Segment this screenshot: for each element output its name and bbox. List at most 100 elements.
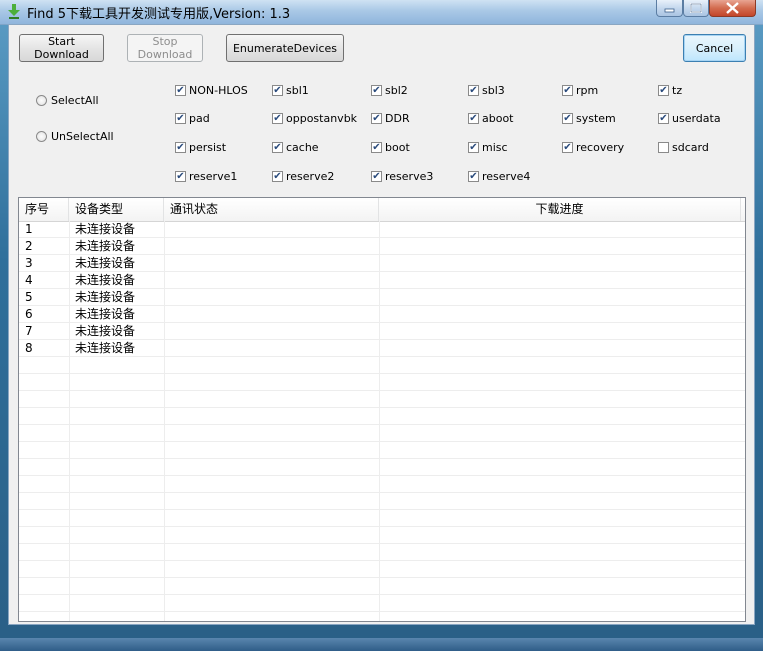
checkmark-icon[interactable]: ✔ bbox=[468, 142, 479, 153]
checkbox-empty-icon[interactable] bbox=[658, 142, 669, 153]
checkbox-misc[interactable]: ✔ misc bbox=[468, 141, 508, 154]
cell-device: 未连接设备 bbox=[75, 239, 136, 253]
cell-status bbox=[164, 340, 170, 357]
table-row[interactable]: 6 未连接设备 bbox=[19, 306, 745, 323]
checkmark-icon[interactable]: ✔ bbox=[562, 142, 573, 153]
checkmark-icon[interactable]: ✔ bbox=[468, 171, 479, 182]
checkmark-icon[interactable]: ✔ bbox=[175, 171, 186, 182]
column-header-progress[interactable]: 下载进度 bbox=[379, 198, 741, 221]
unselect-all-radio[interactable]: UnSelectAll bbox=[36, 130, 114, 143]
cell-device: 未连接设备 bbox=[75, 222, 136, 236]
checkbox-label: boot bbox=[385, 141, 410, 154]
checkmark-icon[interactable]: ✔ bbox=[371, 171, 382, 182]
checkmark-icon[interactable]: ✔ bbox=[175, 85, 186, 96]
checkmark-icon[interactable]: ✔ bbox=[272, 85, 283, 96]
maximize-icon bbox=[690, 3, 702, 13]
table-row[interactable]: 1 未连接设备 bbox=[19, 221, 745, 238]
checkmark-icon[interactable]: ✔ bbox=[272, 113, 283, 124]
download-arrow-icon bbox=[8, 4, 20, 19]
checkmark-icon[interactable]: ✔ bbox=[658, 113, 669, 124]
checkbox-sbl2[interactable]: ✔ sbl2 bbox=[371, 84, 408, 97]
checkmark-icon[interactable]: ✔ bbox=[562, 113, 573, 124]
checkbox-persist[interactable]: ✔ persist bbox=[175, 141, 226, 154]
checkbox-reserve3[interactable]: ✔ reserve3 bbox=[371, 170, 433, 183]
cell-progress bbox=[379, 340, 385, 357]
checkmark-icon[interactable]: ✔ bbox=[468, 113, 479, 124]
checkbox-label: reserve4 bbox=[482, 170, 531, 183]
checkmark-icon[interactable]: ✔ bbox=[371, 85, 382, 96]
device-table[interactable]: 序号 设备类型 通讯状态 下载进度 1 未连接设备 2 未连接设备 3 未连接设备 4 未连接… bbox=[18, 197, 746, 622]
checkbox-boot[interactable]: ✔ boot bbox=[371, 141, 410, 154]
cell-device: 未连接设备 bbox=[75, 273, 136, 287]
checkbox-cache[interactable]: ✔ cache bbox=[272, 141, 319, 154]
radio-circle[interactable] bbox=[36, 131, 47, 142]
checkbox-label: sdcard bbox=[672, 141, 709, 154]
checkmark-icon[interactable]: ✔ bbox=[175, 113, 186, 124]
checkmark-icon[interactable]: ✔ bbox=[175, 142, 186, 153]
radio-circle[interactable] bbox=[36, 95, 47, 106]
table-row[interactable]: 2 未连接设备 bbox=[19, 238, 745, 255]
enumerate-devices-button[interactable]: EnumerateDevices bbox=[226, 34, 344, 62]
select-all-radio[interactable]: SelectAll bbox=[36, 94, 99, 107]
table-row[interactable]: 4 未连接设备 bbox=[19, 272, 745, 289]
cell-index: 6 bbox=[25, 307, 33, 321]
table-row[interactable]: 5 未连接设备 bbox=[19, 289, 745, 306]
checkbox-sbl1[interactable]: ✔ sbl1 bbox=[272, 84, 309, 97]
checkbox-label: userdata bbox=[672, 112, 721, 125]
checkbox-userdata[interactable]: ✔ userdata bbox=[658, 112, 721, 125]
checkbox-recovery[interactable]: ✔ recovery bbox=[562, 141, 624, 154]
checkbox-pad[interactable]: ✔ pad bbox=[175, 112, 210, 125]
table-row[interactable]: 8 未连接设备 bbox=[19, 340, 745, 357]
checkbox-reserve1[interactable]: ✔ reserve1 bbox=[175, 170, 237, 183]
checkmark-icon[interactable]: ✔ bbox=[562, 85, 573, 96]
checkbox-label: sbl1 bbox=[286, 84, 309, 97]
minimize-button[interactable] bbox=[656, 0, 683, 17]
checkbox-label: oppostanvbk bbox=[286, 112, 358, 125]
table-row bbox=[19, 442, 745, 459]
table-row[interactable]: 3 未连接设备 bbox=[19, 255, 745, 272]
maximize-button[interactable] bbox=[683, 0, 709, 17]
checkbox-reserve2[interactable]: ✔ reserve2 bbox=[272, 170, 334, 183]
checkmark-icon[interactable]: ✔ bbox=[272, 142, 283, 153]
checkbox-label: aboot bbox=[482, 112, 514, 125]
cell-index: 8 bbox=[25, 341, 33, 355]
checkmark-icon[interactable]: ✔ bbox=[371, 113, 382, 124]
cell-index: 7 bbox=[25, 324, 33, 338]
table-row[interactable]: 7 未连接设备 bbox=[19, 323, 745, 340]
main-window: Start Download Stop Download EnumerateDe… bbox=[8, 24, 755, 625]
cell-status bbox=[164, 221, 170, 238]
checkbox-reserve4[interactable]: ✔ reserve4 bbox=[468, 170, 530, 183]
checkbox-sdcard[interactable]: sdcard bbox=[658, 141, 709, 154]
table-row bbox=[19, 425, 745, 442]
checkbox-system[interactable]: ✔ system bbox=[562, 112, 616, 125]
cancel-button[interactable]: Cancel bbox=[683, 34, 746, 62]
table-row bbox=[19, 561, 745, 578]
cell-status bbox=[164, 306, 170, 323]
checkbox-aboot[interactable]: ✔ aboot bbox=[468, 112, 514, 125]
title-bar[interactable]: Find 5下载工具开发测试专用版,Version: 1.3 bbox=[0, 0, 763, 25]
checkbox-non-hlos[interactable]: ✔ NON-HLOS bbox=[175, 84, 248, 97]
checkmark-icon[interactable]: ✔ bbox=[468, 85, 479, 96]
checkbox-label: reserve1 bbox=[189, 170, 238, 183]
window-title: Find 5下载工具开发测试专用版,Version: 1.3 bbox=[27, 7, 291, 22]
checkmark-icon[interactable]: ✔ bbox=[658, 85, 669, 96]
checkbox-ddr[interactable]: ✔ DDR bbox=[371, 112, 410, 125]
checkbox-tz[interactable]: ✔ tz bbox=[658, 84, 682, 97]
column-header-index[interactable]: 序号 bbox=[19, 198, 69, 221]
cell-index: 3 bbox=[25, 256, 33, 270]
checkbox-sbl3[interactable]: ✔ sbl3 bbox=[468, 84, 505, 97]
column-header-device-type[interactable]: 设备类型 bbox=[69, 198, 164, 221]
checkbox-rpm[interactable]: ✔ rpm bbox=[562, 84, 598, 97]
start-download-button[interactable]: Start Download bbox=[19, 34, 104, 62]
checkmark-icon[interactable]: ✔ bbox=[371, 142, 382, 153]
column-header-status[interactable]: 通讯状态 bbox=[164, 198, 379, 221]
stop-download-button[interactable]: Stop Download bbox=[127, 34, 203, 62]
table-row bbox=[19, 578, 745, 595]
cell-progress bbox=[379, 221, 385, 238]
close-button[interactable] bbox=[709, 0, 756, 17]
checkbox-oppostanvbk[interactable]: ✔ oppostanvbk bbox=[272, 112, 357, 125]
checkmark-icon[interactable]: ✔ bbox=[272, 171, 283, 182]
cell-progress bbox=[379, 238, 385, 255]
checkbox-label: misc bbox=[482, 141, 508, 154]
checkbox-label: sbl2 bbox=[385, 84, 408, 97]
